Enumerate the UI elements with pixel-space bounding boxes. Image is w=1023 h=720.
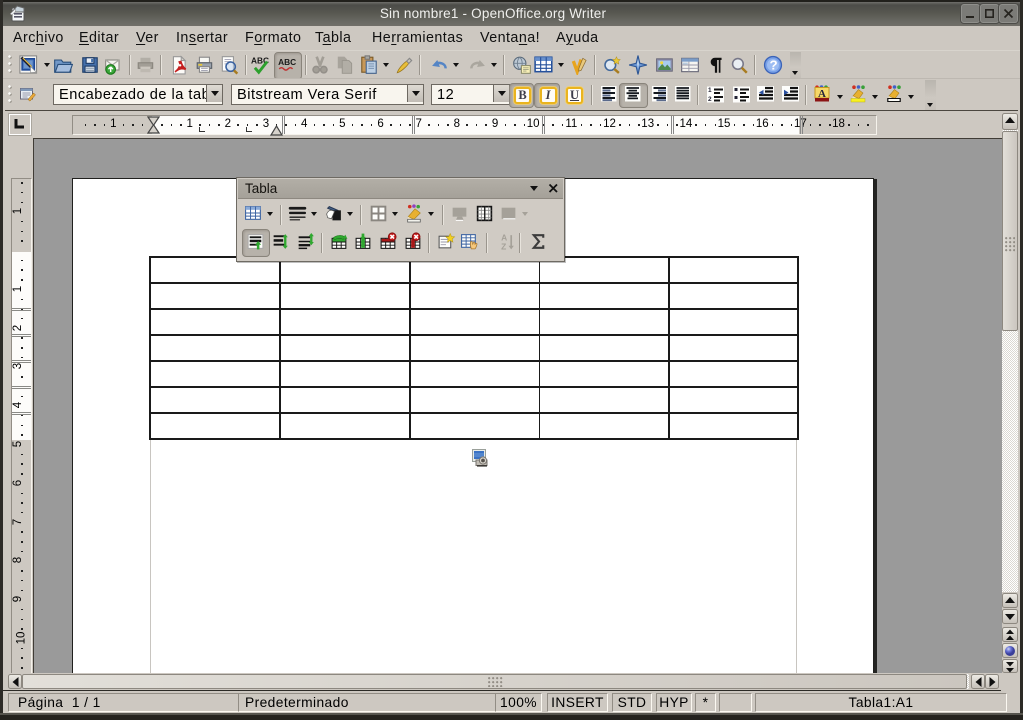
svg-text:2: 2 xyxy=(708,96,712,103)
svg-text:1: 1 xyxy=(708,87,712,94)
svg-text:?: ? xyxy=(769,58,777,73)
svg-text:ABC: ABC xyxy=(278,57,296,67)
svg-text:Z: Z xyxy=(501,241,506,251)
